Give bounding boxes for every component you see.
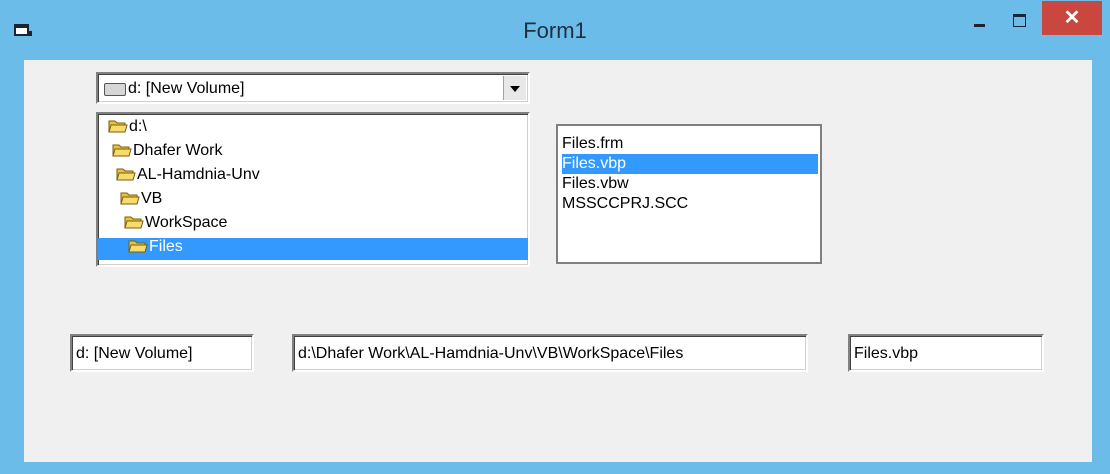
maximize-button[interactable] xyxy=(1000,6,1040,36)
open-folder-icon xyxy=(112,144,132,157)
minimize-button[interactable] xyxy=(960,6,1000,36)
open-folder-icon xyxy=(120,192,140,205)
dir-item-label: Dhafer Work xyxy=(133,142,223,159)
file-item[interactable]: Files.vbw xyxy=(562,174,818,194)
dir-item-label: VB xyxy=(141,190,163,207)
drive-icon xyxy=(104,83,126,96)
open-folder-icon xyxy=(116,168,136,181)
file-list-box[interactable]: Files.frm Files.vbp Files.vbw MSSCCPRJ.S… xyxy=(556,124,822,264)
file-item-selected[interactable]: Files.vbp xyxy=(562,154,818,174)
filename-textbox[interactable]: Files.vbp xyxy=(848,334,1044,372)
dir-item-label: d:\ xyxy=(129,118,147,135)
form1-window: Form1 ✕ d: [New Volume] d:\ Dhafer Work … xyxy=(0,0,1110,474)
directory-list-box[interactable]: d:\ Dhafer Work AL-Hamdnia-Unv VB WorkSp… xyxy=(96,112,530,267)
dir-item-root[interactable]: d:\ xyxy=(108,118,147,140)
close-button[interactable]: ✕ xyxy=(1042,1,1102,35)
drive-textbox[interactable]: d: [New Volume] xyxy=(70,334,254,372)
dir-item-label: WorkSpace xyxy=(145,214,228,231)
file-item[interactable]: MSSCCPRJ.SCC xyxy=(562,194,818,214)
dir-item-workspace[interactable]: WorkSpace xyxy=(124,214,227,236)
drive-list-box[interactable]: d: [New Volume] xyxy=(96,72,530,104)
title-bar[interactable]: Form1 ✕ xyxy=(0,0,1110,58)
open-folder-icon xyxy=(108,120,128,133)
window-title: Form1 xyxy=(523,18,587,43)
dir-item-al-hamdnia-unv[interactable]: AL-Hamdnia-Unv xyxy=(116,166,260,188)
dir-item-files[interactable]: Files xyxy=(98,238,528,260)
dir-item-vb[interactable]: VB xyxy=(120,190,162,212)
dir-item-label: Files xyxy=(149,238,183,255)
open-folder-icon xyxy=(124,216,144,229)
drive-value: d: [New Volume] xyxy=(128,80,245,97)
file-item[interactable]: Files.frm xyxy=(562,134,818,154)
path-textbox[interactable]: d:\Dhafer Work\AL-Hamdnia-Unv\VB\WorkSpa… xyxy=(292,334,808,372)
dir-item-label: AL-Hamdnia-Unv xyxy=(137,166,260,183)
open-folder-icon xyxy=(128,240,148,253)
dir-item-dhafer-work[interactable]: Dhafer Work xyxy=(112,142,223,164)
dropdown-arrow-button[interactable] xyxy=(503,76,526,100)
